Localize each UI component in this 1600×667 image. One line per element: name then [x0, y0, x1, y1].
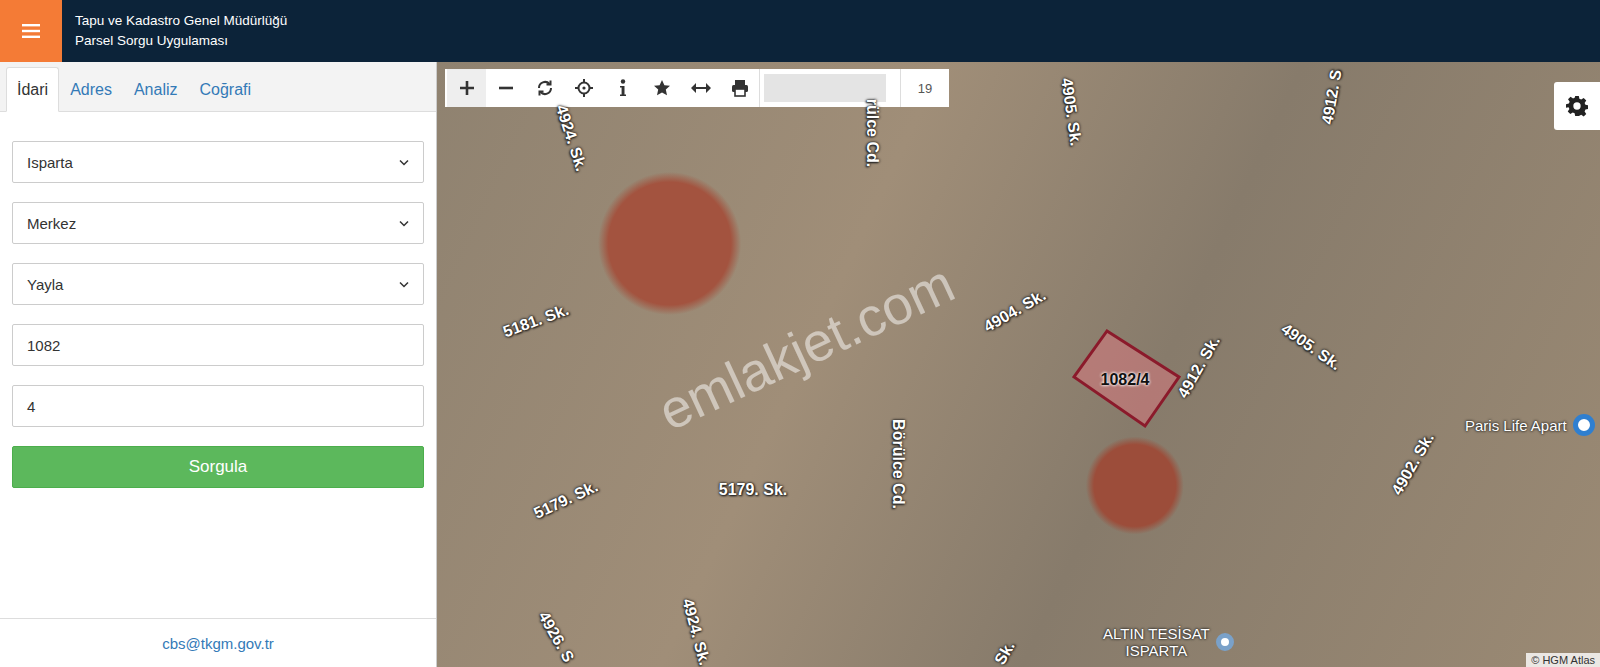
print-icon [731, 79, 749, 97]
measure-button[interactable] [681, 69, 720, 107]
tab[interactable]: İdari [6, 67, 59, 112]
body: İdariAdresAnalizCoğrafi Isparta Merkez Y… [0, 62, 1600, 667]
street-label: Sk. [991, 638, 1019, 667]
street-label: rülce Cd. [863, 99, 881, 167]
map[interactable]: 19 5181. Sk. 4924. Sk. rülce Cd. 4905. Sk. 4… [437, 62, 1600, 667]
street-label: 4912. Sk. [1174, 333, 1224, 401]
zoom-out-button[interactable] [486, 69, 525, 107]
crosshair-icon [575, 79, 593, 97]
street-label: Börülce Cd. [889, 419, 907, 509]
title-line: Tapu ve Kadastro Genel Müdürlüğü [75, 11, 287, 31]
street-label: 4926. S [534, 609, 577, 666]
street-label: 4904. Sk. [981, 286, 1049, 336]
street-label: 5179. Sk. [719, 481, 788, 499]
watermark: emlakjet.com [649, 252, 963, 443]
poi[interactable]: Paris Life Apart [1465, 414, 1595, 436]
street-label: 4912. S [1318, 68, 1345, 125]
menu-button[interactable] [0, 0, 62, 62]
refresh-icon [536, 79, 554, 97]
tab[interactable]: Analiz [123, 67, 189, 112]
parcel-label[interactable]: 1082/4 [1101, 371, 1150, 389]
info-icon [619, 79, 627, 97]
street-label: 4905. Sk. [1278, 320, 1344, 374]
pin-icon [1216, 633, 1234, 651]
query-form: Isparta Merkez Yayla 1082 4 Sorgula [0, 112, 436, 488]
arrows-horizontal-icon [691, 82, 711, 94]
settings-button[interactable] [1554, 82, 1600, 130]
top-bar: Tapu ve Kadastro Genel MüdürlüğüParsel S… [0, 0, 1600, 62]
text-input[interactable]: 4 [12, 385, 424, 427]
blurred-value [764, 74, 886, 102]
hamburger-icon [22, 24, 40, 38]
minus-icon [498, 80, 514, 96]
tab[interactable]: Adres [59, 67, 123, 112]
contact-email[interactable]: cbs@tkgm.gov.tr [0, 618, 436, 667]
street-label: 4924. Sk. [678, 597, 713, 667]
select-field[interactable]: Yayla [12, 263, 424, 305]
street-label: 5179. Sk. [531, 477, 601, 522]
query-button[interactable]: Sorgula [12, 446, 424, 488]
plus-icon [459, 80, 475, 96]
pin-icon [1573, 414, 1595, 436]
app-title: Tapu ve Kadastro Genel MüdürlüğüParsel S… [62, 11, 287, 51]
tab[interactable]: Coğrafi [189, 67, 263, 112]
gear-icon [1566, 95, 1588, 117]
zoom-level: 19 [901, 81, 949, 96]
street-label: 5181. Sk. [501, 301, 572, 341]
text-input[interactable]: 1082 [12, 324, 424, 366]
poi-name: ALTIN TESİSATISPARTA [1103, 625, 1210, 659]
star-icon [653, 79, 671, 97]
select-field[interactable]: Isparta [12, 141, 424, 183]
select-field[interactable]: Merkez [12, 202, 424, 244]
info-button[interactable] [603, 69, 642, 107]
chevron-down-icon [399, 159, 409, 166]
street-label: 4902. Sk. [1388, 430, 1438, 498]
tab-bar: İdariAdresAnalizCoğrafi [0, 62, 436, 112]
poi[interactable]: ALTIN TESİSATISPARTA [1103, 625, 1234, 659]
locate-button[interactable] [564, 69, 603, 107]
chevron-down-icon [399, 281, 409, 288]
sidebar: İdariAdresAnalizCoğrafi Isparta Merkez Y… [0, 62, 437, 667]
zoom-in-button[interactable] [447, 69, 486, 107]
street-label: 4924. Sk. [552, 103, 590, 174]
print-button[interactable] [720, 69, 759, 107]
app: Tapu ve Kadastro Genel MüdürlüğüParsel S… [0, 0, 1600, 667]
street-label: 4905. Sk. [1057, 77, 1084, 147]
attribution[interactable]: © HGM Atlas [1526, 653, 1600, 667]
parcel-outline [437, 62, 1600, 667]
refresh-button[interactable] [525, 69, 564, 107]
title-line: Parsel Sorgu Uygulaması [75, 31, 287, 51]
chevron-down-icon [399, 220, 409, 227]
poi-name: Paris Life Apart [1465, 417, 1567, 434]
favorite-button[interactable] [642, 69, 681, 107]
